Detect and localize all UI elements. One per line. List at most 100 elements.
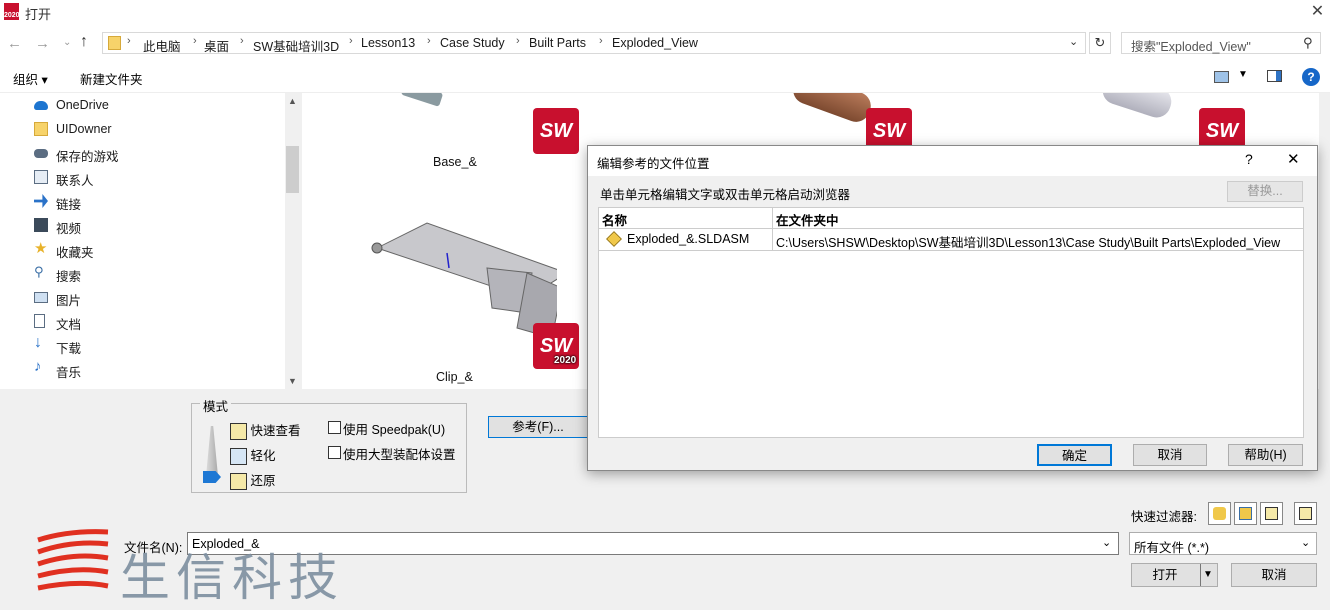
- mode-option-lightweight[interactable]: 轻化: [230, 445, 276, 465]
- address-bar[interactable]: › 此电脑 › 桌面 › SW基础培训3D › Lesson13 › Case …: [102, 32, 1086, 54]
- nav-item-search[interactable]: ⚲ 搜索: [34, 264, 284, 284]
- help-icon[interactable]: ?: [1302, 68, 1320, 86]
- nav-item-downloads[interactable]: ↓ 下载: [34, 336, 284, 356]
- search-icon: ⚲: [34, 264, 48, 278]
- gamepad-icon: [34, 149, 48, 158]
- breadcrumb-item[interactable]: Exploded_View: [612, 36, 698, 50]
- references-button[interactable]: 参考(F)...: [488, 416, 588, 438]
- quick-filter-label: 快速过滤器:: [1131, 506, 1197, 525]
- refresh-icon[interactable]: ↻: [1089, 32, 1111, 54]
- column-header-name[interactable]: 名称: [602, 210, 627, 229]
- mode-option-resolved[interactable]: 还原: [230, 470, 276, 490]
- view-dropdown-icon[interactable]: ▼: [1238, 69, 1248, 80]
- file-name-label[interactable]: Base_&: [433, 155, 477, 169]
- window-titlebar: [0, 0, 1330, 26]
- search-icon[interactable]: ⚲: [1303, 35, 1313, 51]
- preview-pane-icon[interactable]: [1267, 70, 1282, 82]
- breadcrumb-separator-icon: ›: [240, 35, 244, 47]
- breadcrumb-separator-icon: ›: [599, 35, 603, 47]
- speedpak-label: 使用 Speedpak(U): [343, 419, 445, 438]
- search-input[interactable]: 搜索"Exploded_View" ⚲: [1121, 32, 1321, 54]
- breadcrumb-item[interactable]: Case Study: [440, 36, 505, 50]
- nav-item-onedrive[interactable]: OneDrive: [34, 96, 284, 116]
- nav-item-saved-games[interactable]: 保存的游戏: [34, 144, 284, 164]
- organize-menu-button[interactable]: 组织 ▾: [13, 69, 48, 88]
- cancel-button[interactable]: 取消: [1231, 563, 1317, 587]
- contacts-icon: [34, 170, 48, 184]
- clip-part-thumbnail[interactable]: [367, 213, 557, 348]
- scroll-up-icon[interactable]: ▲: [288, 96, 297, 106]
- dialog-cancel-button[interactable]: 取消: [1133, 444, 1207, 466]
- dialog-title: 编辑参考的文件位置: [597, 153, 710, 172]
- nav-scrollbar[interactable]: [285, 93, 300, 389]
- forward-arrow-icon[interactable]: →: [35, 35, 50, 52]
- nav-item-uidowner[interactable]: UIDowner: [34, 120, 284, 140]
- music-icon: ♪: [34, 358, 48, 372]
- large-assembly-label: 使用大型装配体设置: [343, 444, 456, 463]
- nav-item-favorites[interactable]: ★ 收藏夹: [34, 240, 284, 260]
- video-icon: [34, 218, 48, 232]
- link-icon: [34, 194, 48, 208]
- table-header: 名称 在文件夹中: [599, 208, 1303, 229]
- breadcrumb-item[interactable]: 桌面: [204, 36, 229, 55]
- filter-parts-icon[interactable]: [1208, 502, 1231, 525]
- close-icon[interactable]: ✕: [1305, 0, 1330, 24]
- nav-item-pictures[interactable]: 图片: [34, 288, 284, 308]
- dialog-instruction: 单击单元格编辑文字或双击单元格启动浏览器: [600, 184, 850, 203]
- resolved-icon: [230, 473, 247, 490]
- file-view-scrollbar[interactable]: [1319, 93, 1330, 389]
- file-type-select[interactable]: 所有文件 (*.*) ⌄: [1129, 532, 1317, 555]
- nav-item-music[interactable]: ♪ 音乐: [34, 360, 284, 380]
- filter-drawings-icon[interactable]: [1260, 502, 1283, 525]
- scroll-down-icon[interactable]: ▼: [288, 376, 297, 386]
- replace-button[interactable]: 替换...: [1227, 181, 1303, 202]
- open-dropdown-icon[interactable]: ▼: [1203, 564, 1213, 586]
- file-type-dropdown-icon: ⌄: [1301, 536, 1310, 549]
- large-assembly-checkbox[interactable]: [328, 446, 341, 459]
- table-row[interactable]: Exploded_&.SLDASM C:\Users\SHSW\Desktop\…: [599, 229, 1303, 251]
- dialog-help-button[interactable]: 帮助(H): [1228, 444, 1303, 466]
- reference-file-name[interactable]: Exploded_&.SLDASM: [627, 232, 749, 246]
- filename-dropdown-icon[interactable]: ⌄: [1102, 536, 1111, 549]
- reference-folder-path[interactable]: C:\Users\SHSW\Desktop\SW基础培训3D\Lesson13\…: [776, 232, 1280, 251]
- speedpak-checkbox[interactable]: [328, 421, 341, 434]
- address-dropdown-icon[interactable]: ⌄: [1069, 35, 1078, 48]
- folder-icon: [108, 36, 121, 50]
- search-placeholder: 搜索"Exploded_View": [1131, 36, 1251, 55]
- ok-button[interactable]: 确定: [1037, 444, 1112, 466]
- breadcrumb-separator-icon: ›: [427, 35, 431, 47]
- column-header-folder[interactable]: 在文件夹中: [776, 210, 839, 229]
- filter-assemblies-icon[interactable]: [1234, 502, 1257, 525]
- back-arrow-icon[interactable]: ←: [7, 35, 22, 52]
- open-button[interactable]: 打开 ▼: [1131, 563, 1218, 587]
- window-title: 打开: [25, 4, 51, 23]
- dialog-help-icon[interactable]: ?: [1245, 151, 1253, 167]
- breadcrumb-item[interactable]: SW基础培训3D: [253, 36, 339, 55]
- breadcrumb-item[interactable]: Lesson13: [361, 36, 415, 50]
- nav-scrollbar-thumb[interactable]: [286, 146, 299, 193]
- mode-option-quick-view[interactable]: 快速查看: [230, 420, 301, 440]
- lightweight-icon: [230, 448, 247, 465]
- nav-item-links[interactable]: 链接: [34, 192, 284, 212]
- breadcrumb-separator-icon: ›: [516, 35, 520, 47]
- up-arrow-icon[interactable]: ↑: [80, 33, 88, 51]
- view-mode-icon[interactable]: [1214, 71, 1229, 83]
- breadcrumb-item[interactable]: 此电脑: [143, 36, 181, 55]
- solidworks-app-icon: 2020: [4, 3, 19, 20]
- nav-item-documents[interactable]: 文档: [34, 312, 284, 332]
- cloud-icon: [34, 101, 48, 110]
- nav-item-videos[interactable]: 视频: [34, 216, 284, 236]
- breadcrumb-separator-icon: ›: [127, 35, 131, 47]
- breadcrumb-item[interactable]: Built Parts: [529, 36, 586, 50]
- pictures-icon: [34, 292, 48, 303]
- file-name-label[interactable]: Clip_&: [436, 370, 473, 384]
- assembly-file-icon: [606, 231, 622, 247]
- nav-item-contacts[interactable]: 联系人: [34, 168, 284, 188]
- new-folder-button[interactable]: 新建文件夹: [80, 69, 143, 88]
- references-table: 名称 在文件夹中 Exploded_&.SLDASM C:\Users\SHSW…: [598, 207, 1304, 438]
- navigation-pane: OneDrive UIDowner 保存的游戏 联系人 链接 视频 ★ 收藏夹 …: [0, 93, 300, 389]
- filter-top-level-assemblies-icon[interactable]: [1294, 502, 1317, 525]
- dialog-close-icon[interactable]: ✕: [1287, 150, 1300, 168]
- recent-chevron-icon[interactable]: ⌄: [63, 37, 71, 48]
- star-icon: ★: [34, 239, 48, 253]
